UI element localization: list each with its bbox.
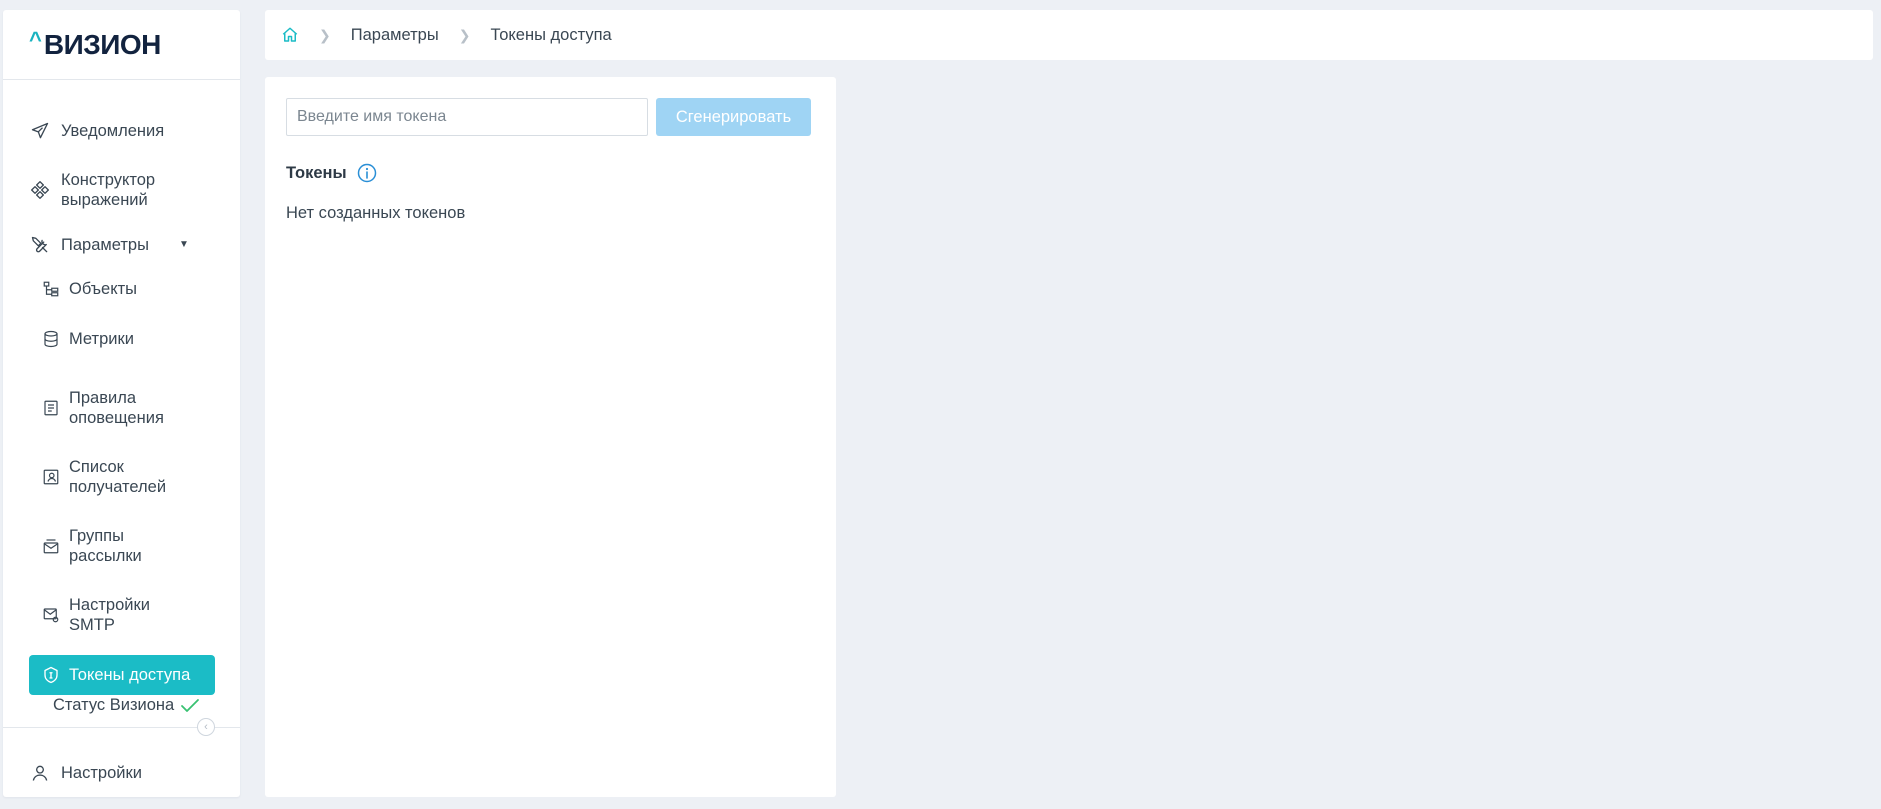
sidebar-item-label: Токены доступа bbox=[69, 666, 191, 684]
sidebar-item-label: Правила оповещения bbox=[69, 389, 164, 427]
document-icon bbox=[41, 398, 61, 418]
sidebar-item-label: Список получателей bbox=[69, 458, 167, 496]
logo[interactable]: ^ ВИЗИОН bbox=[3, 10, 240, 80]
sidebar-item-mailing-groups[interactable]: Группы рассылки bbox=[29, 526, 217, 566]
sidebar-item-label: Конструктор выражений bbox=[61, 171, 156, 209]
empty-tokens-message: Нет созданных токенов bbox=[286, 204, 466, 222]
status-indicator[interactable]: Статус Визиона bbox=[53, 696, 200, 715]
breadcrumb: ❯ Параметры ❯ Токены доступа bbox=[265, 10, 1873, 60]
mail-settings-icon bbox=[41, 605, 61, 625]
tokens-heading: Токены bbox=[286, 163, 347, 182]
send-icon bbox=[29, 120, 51, 142]
sidebar: ^ ВИЗИОН Уведомления Конструктор выражен… bbox=[3, 10, 240, 797]
sidebar-item-metrics[interactable]: Метрики bbox=[29, 329, 217, 349]
logo-text: ВИЗИОН bbox=[43, 28, 162, 60]
mail-group-icon bbox=[41, 536, 61, 556]
sidebar-item-smtp-settings[interactable]: Настройки SMTP bbox=[29, 595, 217, 635]
chevron-left-icon: ‹ bbox=[204, 721, 208, 733]
generate-button[interactable]: Сгенерировать bbox=[656, 98, 811, 136]
status-label: Статус Визиона bbox=[53, 696, 175, 714]
sidebar-item-label: Настройки SMTP bbox=[69, 596, 150, 634]
sidebar-item-label: Объекты bbox=[69, 280, 138, 298]
sidebar-item-expression-builder[interactable]: Конструктор выражений bbox=[29, 170, 217, 210]
database-icon bbox=[41, 329, 61, 349]
collapse-sidebar-button[interactable]: ‹ bbox=[197, 718, 215, 736]
sidebar-item-access-tokens[interactable]: Токены доступа bbox=[29, 655, 215, 695]
home-icon[interactable] bbox=[281, 26, 299, 44]
user-card-icon bbox=[41, 467, 61, 487]
token-shield-icon bbox=[41, 665, 61, 685]
chevron-down-icon: ▼ bbox=[178, 239, 189, 250]
sidebar-item-alert-rules[interactable]: Правила оповещения bbox=[29, 388, 217, 428]
breadcrumb-current: Токены доступа bbox=[490, 25, 612, 44]
check-icon bbox=[181, 698, 200, 712]
sidebar-item-recipients[interactable]: Список получателей bbox=[29, 457, 217, 497]
tokens-title: Токены bbox=[286, 163, 377, 183]
sidebar-item-label: Настройки bbox=[61, 764, 142, 782]
diamond-grid-icon bbox=[29, 179, 51, 201]
sidebar-item-parameters[interactable]: Параметры ▼ bbox=[29, 234, 217, 256]
sidebar-item-notifications[interactable]: Уведомления bbox=[29, 120, 217, 142]
tools-icon bbox=[29, 234, 51, 256]
hierarchy-icon bbox=[41, 279, 61, 299]
chevron-right-icon: ❯ bbox=[458, 26, 471, 43]
info-icon[interactable] bbox=[357, 163, 377, 183]
token-name-input[interactable] bbox=[286, 98, 648, 136]
logo-caret: ^ bbox=[29, 26, 42, 52]
tokens-panel: Сгенерировать Токены Нет созданных токен… bbox=[265, 77, 836, 797]
user-icon bbox=[29, 762, 51, 784]
sidebar-item-label: Параметры bbox=[61, 236, 149, 254]
sidebar-item-label: Группы рассылки bbox=[69, 527, 142, 565]
sidebar-item-label: Уведомления bbox=[61, 122, 165, 140]
chevron-right-icon: ❯ bbox=[319, 26, 331, 43]
sidebar-item-objects[interactable]: Объекты bbox=[29, 279, 217, 299]
sidebar-item-label: Метрики bbox=[69, 330, 134, 348]
breadcrumb-parameters[interactable]: Параметры bbox=[351, 26, 439, 45]
sidebar-item-settings[interactable]: Настройки bbox=[29, 762, 217, 784]
